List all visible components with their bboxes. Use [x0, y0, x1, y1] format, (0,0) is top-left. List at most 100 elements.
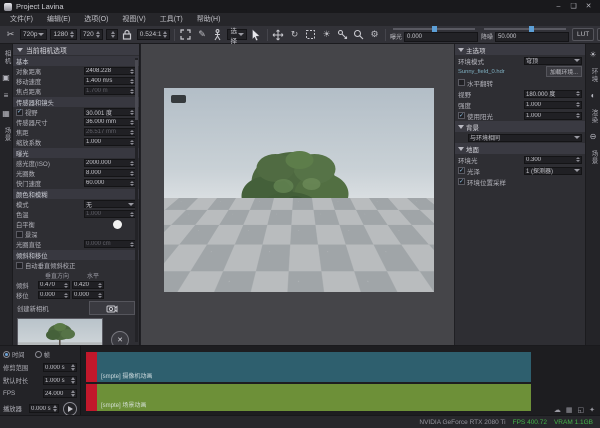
- strip-tab-label[interactable]: 渲染: [588, 109, 598, 124]
- spinner[interactable]: [129, 89, 134, 94]
- spin-up-button[interactable]: [576, 102, 580, 104]
- render-view[interactable]: [164, 88, 434, 292]
- pixel-aspect-field[interactable]: 0.524:1: [137, 29, 171, 40]
- checkbox[interactable]: ✓: [458, 178, 465, 185]
- move-tool-icon[interactable]: [272, 28, 285, 41]
- spin-down-button[interactable]: [96, 35, 100, 38]
- spinner[interactable]: [70, 390, 75, 397]
- cloud-icon[interactable]: ☁: [554, 406, 561, 414]
- spin-down-button[interactable]: [130, 82, 134, 84]
- viewport[interactable]: [140, 44, 455, 345]
- close-button[interactable]: ✕: [581, 0, 596, 13]
- spin-up-button[interactable]: [130, 161, 134, 163]
- value-field[interactable]: 30.001 度: [84, 108, 136, 116]
- value-field[interactable]: 2408.228: [84, 67, 136, 75]
- spin-up-button[interactable]: [111, 31, 115, 34]
- camera-thumbnail[interactable]: [17, 318, 103, 345]
- value-field[interactable]: 26.517 mm: [84, 128, 136, 136]
- scrollbar-thumb[interactable]: [135, 60, 138, 120]
- spinner[interactable]: [63, 293, 68, 298]
- sun-icon[interactable]: ☀: [589, 50, 596, 60]
- maximize-button[interactable]: ❑: [566, 0, 581, 13]
- spinner[interactable]: [110, 31, 115, 38]
- trim-range-field[interactable]: 0.000 s: [43, 363, 77, 372]
- animation-clip[interactable]: [smpte] 摄像机动画: [97, 352, 531, 382]
- dropdown[interactable]: 无: [84, 200, 136, 208]
- checkbox[interactable]: [16, 231, 23, 238]
- denoise-slider-value[interactable]: 50.000: [495, 32, 569, 42]
- strip-tab-label[interactable]: 场景: [1, 127, 11, 142]
- camera-path-icon[interactable]: [336, 28, 349, 41]
- spinner[interactable]: [129, 242, 134, 247]
- spin-up-button[interactable]: [163, 31, 167, 34]
- delete-camera-button[interactable]: ✕: [111, 331, 129, 345]
- slider-handle[interactable]: [529, 26, 534, 32]
- sparkle-icon[interactable]: ✦: [589, 406, 595, 414]
- spin-down-button[interactable]: [64, 286, 68, 288]
- clip-start-marker[interactable]: [86, 384, 97, 411]
- spin-up-button[interactable]: [53, 405, 57, 408]
- spin-up-button[interactable]: [576, 157, 580, 159]
- menu-item-0[interactable]: 文件(F): [3, 13, 40, 26]
- value-field[interactable]: 8.000: [84, 169, 136, 177]
- load-environment-button[interactable]: 加载环境...: [546, 66, 582, 77]
- spin-down-button[interactable]: [111, 35, 115, 38]
- spin-up-button[interactable]: [130, 120, 134, 122]
- color-swatch[interactable]: [113, 220, 122, 229]
- value-field[interactable]: 60.000: [84, 179, 136, 187]
- spin-up-button[interactable]: [71, 390, 75, 393]
- exposure-slider-value[interactable]: 0.000: [404, 32, 478, 42]
- grid-icon[interactable]: ▦: [566, 406, 573, 414]
- spin-up-button[interactable]: [98, 293, 102, 295]
- resolution-width-field[interactable]: 1280: [50, 29, 76, 40]
- spin-up-button[interactable]: [130, 69, 134, 71]
- spin-up-button[interactable]: [130, 110, 134, 112]
- spinner[interactable]: [162, 31, 167, 38]
- spinner[interactable]: [70, 377, 75, 384]
- value-field[interactable]: 36.000 mm: [84, 118, 136, 126]
- frames-radio[interactable]: [35, 351, 42, 358]
- spin-down-button[interactable]: [130, 123, 134, 125]
- spin-down-button[interactable]: [70, 35, 74, 38]
- menu-item-5[interactable]: 帮助(H): [190, 13, 228, 26]
- checkbox[interactable]: ✓: [458, 167, 465, 174]
- spin-up-button[interactable]: [130, 242, 134, 244]
- spin-down-button[interactable]: [130, 174, 134, 176]
- spin-up-button[interactable]: [576, 91, 580, 93]
- spinner[interactable]: [575, 91, 580, 96]
- checkbox[interactable]: ✓: [458, 112, 465, 119]
- spinner[interactable]: [575, 102, 580, 107]
- resolution-scale-field[interactable]: [106, 29, 118, 40]
- spinner[interactable]: [129, 181, 134, 186]
- spinner[interactable]: [69, 31, 74, 38]
- spin-up-button[interactable]: [64, 293, 68, 295]
- spinner[interactable]: [129, 110, 134, 115]
- strip-tab-label[interactable]: 环境: [588, 68, 598, 83]
- spin-up-button[interactable]: [64, 283, 68, 285]
- denoise-slider[interactable]: [484, 28, 566, 30]
- tree-object[interactable]: [220, 124, 370, 274]
- dropdown[interactable]: 与环境相同: [468, 134, 582, 142]
- value-field[interactable]: 1.000: [84, 138, 136, 146]
- spinner[interactable]: [97, 293, 102, 298]
- spin-up-button[interactable]: [71, 377, 75, 380]
- spinner[interactable]: [97, 283, 102, 288]
- zoom-tool-icon[interactable]: [352, 28, 365, 41]
- spin-down-button[interactable]: [576, 94, 580, 96]
- checkbox[interactable]: [16, 262, 23, 269]
- rotate-tool-icon[interactable]: ↻: [288, 28, 301, 41]
- strip-tab-label[interactable]: 场景: [588, 150, 598, 165]
- spin-down-button[interactable]: [576, 105, 580, 107]
- spin-up-button[interactable]: [71, 364, 75, 367]
- spin-down-button[interactable]: [71, 368, 75, 371]
- list-icon[interactable]: ≡: [4, 91, 9, 101]
- spin-up-button[interactable]: [98, 283, 102, 285]
- time-radio[interactable]: [3, 351, 10, 358]
- value-field[interactable]: 180.000 度: [524, 90, 582, 98]
- spin-up-button[interactable]: [130, 171, 134, 173]
- spin-down-button[interactable]: [98, 286, 102, 288]
- spinner[interactable]: [63, 283, 68, 288]
- spin-down-button[interactable]: [163, 35, 167, 38]
- frame-icon[interactable]: ◱: [578, 406, 585, 414]
- spin-up-button[interactable]: [70, 31, 74, 34]
